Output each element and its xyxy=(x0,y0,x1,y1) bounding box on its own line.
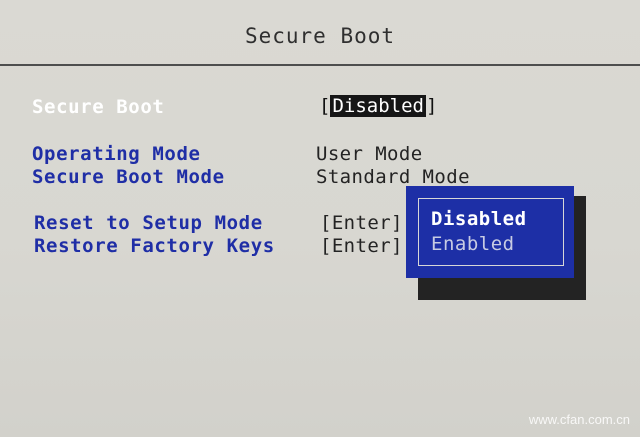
page-title: Secure Boot xyxy=(244,24,396,48)
reset-to-setup-mode-action[interactable]: [Enter] xyxy=(320,212,403,234)
secure-boot-value[interactable]: Disabled xyxy=(330,95,426,117)
operating-mode-label: Operating Mode xyxy=(32,143,201,165)
secure-boot-mode-label[interactable]: Secure Boot Mode xyxy=(32,166,225,188)
bios-screen: Secure Boot Secure Boot [Disabled] Opera… xyxy=(0,0,640,437)
secure-boot-value-field[interactable]: [Disabled] xyxy=(319,94,437,118)
secure-boot-dropdown[interactable]: Disabled Enabled xyxy=(406,186,574,278)
dropdown-option-disabled[interactable]: Disabled xyxy=(431,208,527,230)
title-bar: Secure Boot xyxy=(0,0,640,66)
bracket-open: [ xyxy=(319,95,331,117)
dropdown-option-enabled[interactable]: Enabled xyxy=(431,233,515,255)
dropdown-frame: Disabled Enabled xyxy=(418,198,564,266)
watermark: www.cfan.com.cn xyxy=(528,412,630,427)
bracket-close: ] xyxy=(425,95,438,117)
secure-boot-label[interactable]: Secure Boot xyxy=(32,96,164,118)
restore-factory-keys-label[interactable]: Restore Factory Keys xyxy=(34,235,275,257)
operating-mode-value: User Mode xyxy=(316,143,423,165)
reset-to-setup-mode-label[interactable]: Reset to Setup Mode xyxy=(34,212,263,234)
secure-boot-mode-value[interactable]: Standard Mode xyxy=(316,166,470,188)
restore-factory-keys-action[interactable]: [Enter] xyxy=(320,235,403,257)
